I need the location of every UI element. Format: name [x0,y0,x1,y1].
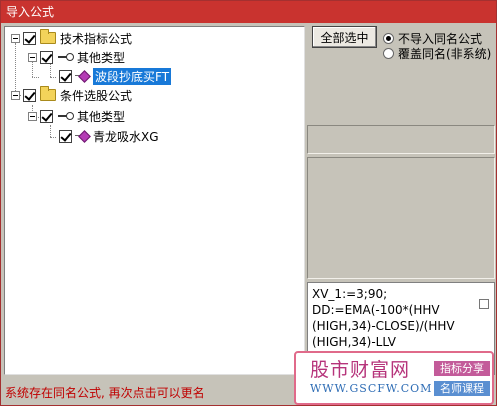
tree-node-other-types-2[interactable]: 其他类型 [28,107,125,125]
tree-label-other-types-2: 其他类型 [77,109,126,124]
tree-label-technical-indicators: 技术指标公式 [60,31,133,46]
code-line: (HIGH,34)-LLV [312,335,396,349]
import-formula-dialog: 导入公式 技术指标公式 其他类型 波段抄底买FT 条件选股公式 其他类型 青龙吸… [0,0,497,406]
formula-icon [75,130,89,142]
tree-node-stock-selection[interactable]: 条件选股公式 [11,86,132,104]
checkbox-technical-indicators[interactable] [23,31,36,45]
checkbox-other-types-2[interactable] [40,109,53,123]
checkbox-other-types-1[interactable] [40,50,53,64]
checkbox-bottom-fishing[interactable] [59,69,72,83]
radio-overwrite-indicator[interactable] [383,48,394,59]
key-icon [57,111,74,121]
collapse-toggle[interactable] [11,90,20,100]
title-bar: 导入公式 [1,1,496,23]
tree-node-bottom-fishing[interactable]: 波段抄底买FT [59,67,172,85]
info-box-1 [307,125,495,154]
status-message: 系统存在同名公式, 再次点击可以更名 [5,386,205,400]
folder-icon [40,29,56,44]
folder-icon [40,86,56,101]
watermark-logo: 股市财富网 WWW.GSCFW.COM 指标分享 名师课程 [294,351,494,405]
formula-icon [75,70,89,82]
tree-node-qinglong[interactable]: 青龙吸水XG [59,127,159,145]
code-line: DD:=EMA(-100*(HHV [312,303,440,317]
window-title: 导入公式 [6,5,55,19]
tree-label-stock-selection: 条件选股公式 [60,88,133,103]
checkbox-qinglong[interactable] [59,129,72,143]
radio-overwrite-label: 覆盖同名(非系统) [398,47,492,61]
collapse-toggle[interactable] [11,33,20,43]
select-all-button[interactable]: 全部选中 [312,26,377,48]
checkbox-stock-selection[interactable] [23,88,36,102]
radio-skip-indicator[interactable] [383,33,394,44]
tree-node-technical-indicators[interactable]: 技术指标公式 [11,29,132,47]
info-box-2 [307,157,495,279]
watermark-badge-share: 指标分享 [434,361,490,376]
tree-label-other-types-1: 其他类型 [77,50,126,65]
watermark-title: 股市财富网 [310,359,411,381]
key-icon [57,52,74,62]
tree-node-other-types-1[interactable]: 其他类型 [28,48,125,66]
code-line: (HIGH,34)-CLOSE)/(HHV [312,319,455,333]
collapse-toggle[interactable] [28,52,37,62]
tree-label-qinglong: 青龙吸水XG [93,129,159,144]
radio-overwrite-duplicates[interactable]: 覆盖同名(非系统) [383,45,491,62]
watermark-url: WWW.GSCFW.COM [310,382,433,395]
formula-tree[interactable]: 技术指标公式 其他类型 波段抄底买FT 条件选股公式 其他类型 青龙吸水XG [4,26,305,375]
tree-label-bottom-fishing[interactable]: 波段抄底买FT [93,67,172,85]
code-line: XV_1:=3;90; [312,287,388,301]
preview-checkbox[interactable] [479,299,489,309]
watermark-badge-course: 名师课程 [434,381,490,396]
collapse-toggle[interactable] [28,111,37,121]
